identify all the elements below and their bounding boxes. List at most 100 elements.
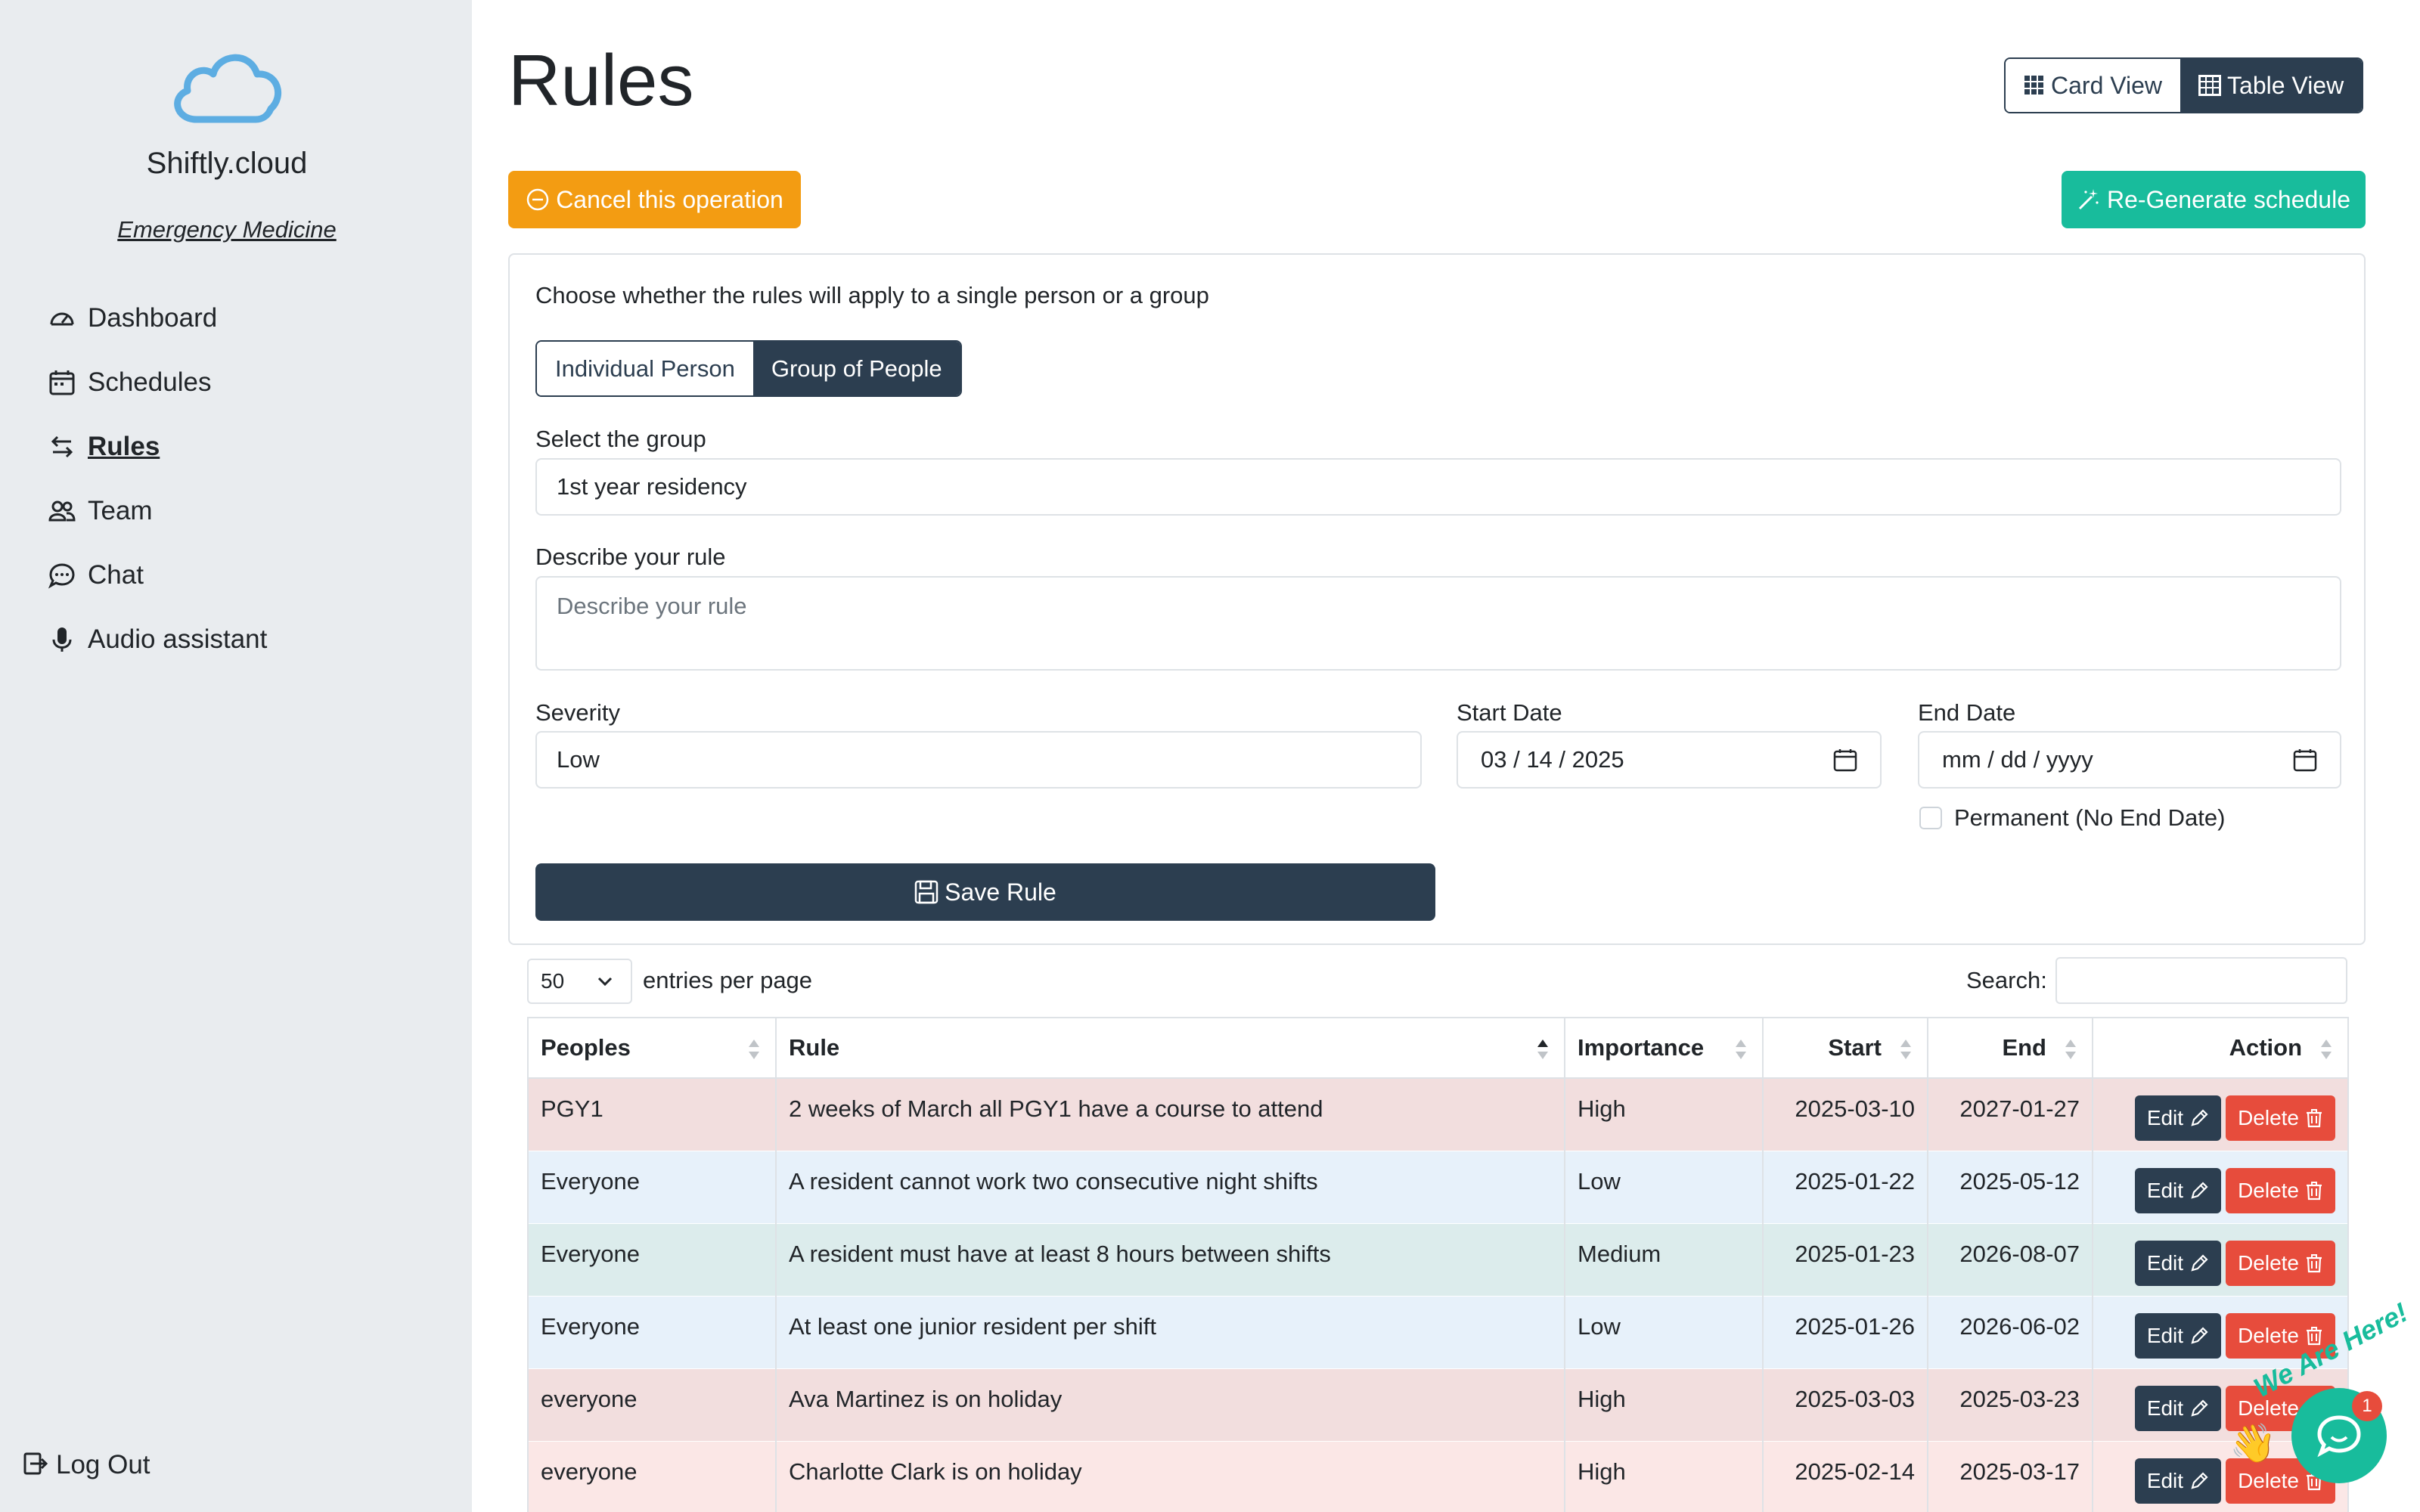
edit-button[interactable]: Edit [2134,1240,2222,1286]
table-row: Everyone At least one junior resident per… [527,1296,2349,1369]
sidebar-item-dashboard[interactable]: Dashboard [47,286,267,350]
delete-label: Delete [2238,1468,2299,1492]
cell-importance: Medium [1564,1223,1764,1297]
cell-actions: Edit Delete [2092,1078,2349,1151]
rule-label: Describe your rule [535,544,726,570]
edit-button[interactable]: Edit [2134,1167,2222,1213]
calendar-icon[interactable] [2293,748,2317,772]
arrows-icon [47,432,77,462]
cell-actions: Edit Delete [2092,1151,2349,1224]
rule-description-placeholder: Describe your rule [557,593,747,619]
floppy-icon [914,880,939,904]
individual-person-option[interactable]: Individual Person [537,342,753,395]
table-icon [2198,75,2222,96]
permanent-checkbox[interactable] [1919,807,1942,829]
cell-end: 2025-03-17 [1927,1441,2093,1512]
sidebar-item-audio-assistant[interactable]: Audio assistant [47,607,267,671]
cell-rule: Charlotte Clark is on holiday [775,1441,1565,1512]
rules-table: Peoples Rule Importance Start End Action… [527,1017,2349,1512]
column-header-start[interactable]: Start [1762,1017,1928,1079]
page-title: Rules [508,40,694,121]
regenerate-schedule-button[interactable]: Re-Generate schedule [2062,171,2366,228]
cell-importance: High [1564,1441,1764,1512]
trash-icon [2307,1181,2322,1200]
cell-start: 2025-01-22 [1762,1151,1928,1224]
cell-importance: High [1564,1078,1764,1151]
cancel-operation-button[interactable]: Cancel this operation [508,171,801,228]
card-view-button[interactable]: Card View [2006,59,2181,112]
edit-button[interactable]: Edit [2134,1312,2222,1359]
department-link[interactable]: Emergency Medicine [0,216,454,243]
edit-button[interactable]: Edit [2134,1458,2222,1504]
group-select[interactable]: 1st year residency [535,458,2341,516]
scope-prompt: Choose whether the rules will apply to a… [535,282,1209,308]
start-date-input[interactable]: 03 / 14 / 2025 [1457,731,1882,789]
column-header-end[interactable]: End [1927,1017,2093,1079]
logout-link[interactable]: Log Out [23,1450,150,1480]
card-view-label: Card View [2051,71,2163,99]
delete-button[interactable]: Delete [2226,1167,2335,1213]
chevron-down-icon [597,977,613,987]
pencil-icon [2191,1109,2208,1126]
sidebar-item-team[interactable]: Team [47,479,267,543]
table-row: Everyone A resident must have at least 8 … [527,1223,2349,1297]
rule-description-textarea[interactable]: Describe your rule [535,576,2341,671]
cell-peoples: Everyone [527,1223,777,1297]
sort-icon [2321,1040,2332,1059]
table-row: PGY1 2 weeks of March all PGY1 have a cou… [527,1078,2349,1151]
calendar-icon [47,367,77,398]
rule-form: Choose whether the rules will apply to a… [508,253,2366,945]
column-header-rule[interactable]: Rule [775,1017,1565,1079]
severity-select[interactable]: Low [535,731,1422,789]
sort-icon [1900,1040,1911,1059]
column-header-peoples[interactable]: Peoples [527,1017,777,1079]
search-label: Search: [1966,967,2047,993]
scope-toggle: Individual Person Group of People [535,340,962,397]
search-input[interactable] [2055,957,2347,1004]
cell-rule: Ava Martinez is on holiday [775,1368,1565,1442]
cell-rule: 2 weeks of March all PGY1 have a course … [775,1078,1565,1151]
table-view-label: Table View [2227,71,2344,99]
cell-peoples: everyone [527,1368,777,1442]
delete-button[interactable]: Delete [2226,1095,2335,1141]
sidebar-item-label: Rules [88,431,160,461]
cell-rule: A resident cannot work two consecutive n… [775,1151,1565,1224]
delete-label: Delete [2238,1323,2299,1347]
end-date-input[interactable]: mm / dd / yyyy [1918,731,2341,789]
group-of-people-option[interactable]: Group of People [752,342,960,395]
cell-peoples: PGY1 [527,1078,777,1151]
end-date-placeholder: mm / dd / yyyy [1942,746,2093,773]
column-header-action[interactable]: Action [2092,1017,2349,1079]
cell-start: 2025-03-03 [1762,1368,1928,1442]
chat-unread-badge: 1 [2352,1391,2382,1421]
cell-end: 2027-01-27 [1927,1078,2093,1151]
gauge-icon [47,303,77,333]
pencil-icon [2191,1253,2208,1272]
view-toggle: Card View Table View [2004,57,2364,113]
save-rule-button[interactable]: Save Rule [535,863,1435,921]
entries-per-page-select[interactable]: 50 [527,959,632,1004]
cell-start: 2025-01-26 [1762,1296,1928,1369]
cell-start: 2025-03-10 [1762,1078,1928,1151]
brand-name: Shiftly.cloud [146,147,308,180]
cell-importance: Low [1564,1296,1764,1369]
sidebar-item-label: Schedules [88,367,212,397]
sidebar-item-schedules[interactable]: Schedules [47,350,267,414]
table-row: everyone Ava Martinez is on holiday High 20… [527,1368,2349,1442]
column-header-importance[interactable]: Importance [1564,1017,1764,1079]
people-icon [47,496,77,526]
table-view-button[interactable]: Table View [2180,59,2363,112]
cell-importance: High [1564,1368,1764,1442]
edit-button[interactable]: Edit [2134,1385,2222,1431]
calendar-icon[interactable] [1833,748,1857,772]
sidebar-item-chat[interactable]: Chat [47,543,267,607]
cell-end: 2025-05-12 [1927,1151,2093,1224]
sidebar-item-label: Dashboard [88,302,218,333]
edit-button[interactable]: Edit [2134,1095,2222,1141]
sidebar-item-rules[interactable]: Rules [47,414,267,479]
start-date-label: Start Date [1457,699,1562,726]
sort-icon [1736,1040,1746,1059]
delete-button[interactable]: Delete [2226,1240,2335,1286]
sort-icon [2065,1040,2076,1059]
pencil-icon [2191,1326,2208,1344]
